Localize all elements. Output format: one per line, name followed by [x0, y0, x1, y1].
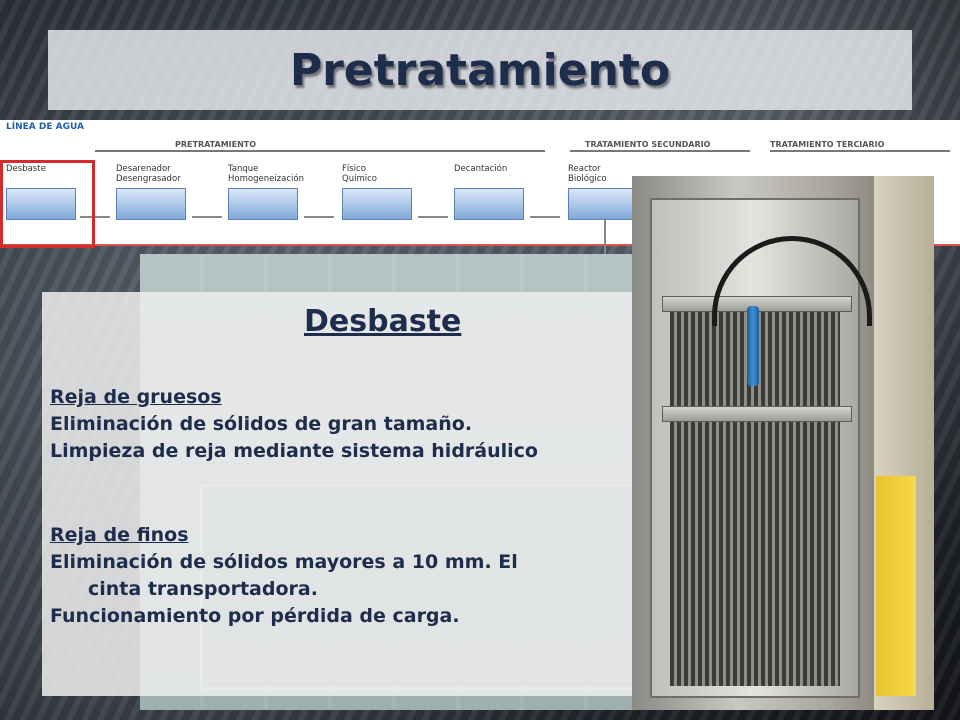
section-label-terciario: TRATAMIENTO TERCIARIO [770, 140, 885, 149]
section-title: Reja de finos [50, 524, 189, 546]
unit-label: Desarenador Desengrasador [116, 164, 181, 184]
unit-icon [568, 188, 638, 220]
unit-label: Tanque Homogeneización [228, 164, 304, 184]
flow-down-connector [604, 218, 606, 258]
section-line-secundario [570, 150, 750, 152]
unit-icon [342, 188, 412, 220]
section-reja-gruesos: Reja de gruesos Eliminación de sólidos d… [50, 384, 538, 465]
unit-tanque: Tanque Homogeneización [228, 164, 324, 220]
highlight-desbaste [0, 160, 95, 248]
screen-equipment-photo [632, 176, 934, 710]
unit-label: Decantación [454, 164, 508, 174]
section-line-pretratamiento [95, 150, 545, 152]
section-title: Reja de gruesos [50, 386, 222, 408]
flow-connector [418, 216, 448, 218]
yellow-guard [876, 476, 916, 696]
cross-bar [662, 406, 852, 422]
text-panel: Desbaste Reja de gruesos Eliminación de … [42, 292, 636, 696]
section-reja-finos: Reja de finos Eliminación de sólidos may… [50, 522, 518, 630]
unit-decantacion: Decantación [454, 164, 550, 220]
unit-icon [454, 188, 524, 220]
unit-icon [228, 188, 298, 220]
slide-title: Pretratamiento [289, 44, 671, 96]
section-line: Eliminación de sólidos mayores a 10 mm. … [50, 551, 518, 573]
section-line: Funcionamiento por pérdida de carga. [50, 605, 460, 627]
flow-connector [304, 216, 334, 218]
section-line: Eliminación de sólidos de gran tamaño. [50, 413, 473, 435]
section-line: Limpieza de reja mediante sistema hidráu… [50, 440, 538, 462]
flow-header: LÍNEA DE AGUA [6, 122, 84, 132]
section-label-pretratamiento: PRETRATAMIENTO [175, 140, 257, 149]
flow-connector [192, 216, 222, 218]
section-line: cinta transportadora. [88, 578, 318, 600]
title-bar: Pretratamiento [48, 30, 912, 110]
section-label-secundario: TRATAMIENTO SECUNDARIO [585, 140, 711, 149]
panel-heading: Desbaste [304, 304, 462, 339]
unit-fisico-quimico: Físico Químico [342, 164, 438, 220]
unit-label: Físico Químico [342, 164, 377, 184]
unit-icon [116, 188, 186, 220]
section-line-terciario [770, 150, 950, 152]
flow-connector [530, 216, 560, 218]
unit-desarenador: Desarenador Desengrasador [116, 164, 212, 220]
